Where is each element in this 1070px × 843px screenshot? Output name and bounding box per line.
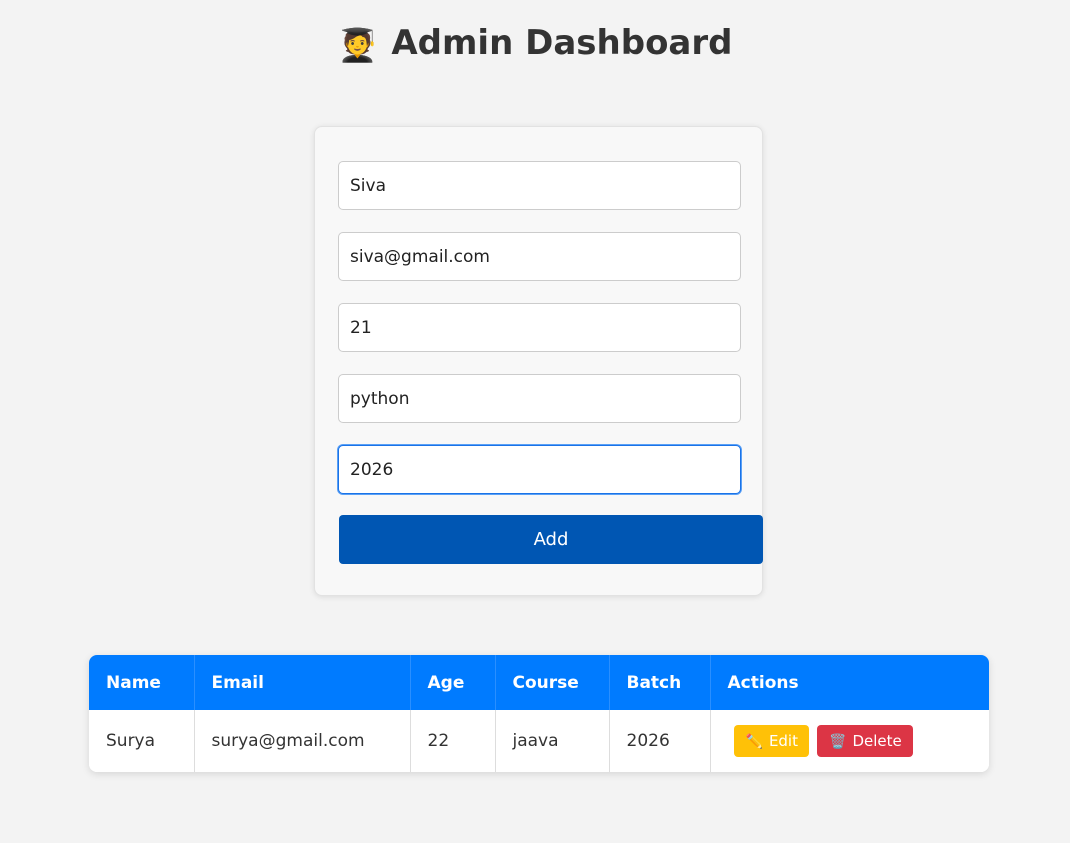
- cell-age: 22: [410, 710, 496, 772]
- cell-batch: 2026: [609, 710, 711, 772]
- column-header-age: Age: [410, 655, 496, 710]
- delete-button[interactable]: 🗑️ Delete: [817, 725, 913, 757]
- student-form: Add: [314, 126, 763, 596]
- table-header-row: Name Email Age Course Batch Actions: [89, 655, 989, 710]
- course-input[interactable]: [338, 374, 741, 423]
- cell-name: Surya: [89, 710, 195, 772]
- pencil-icon: ✏️: [745, 734, 763, 750]
- page-title: 🧑‍🎓 Admin Dashboard: [0, 20, 1070, 68]
- student-icon: 🧑‍🎓: [337, 26, 378, 64]
- column-header-name: Name: [89, 655, 195, 710]
- column-header-course: Course: [495, 655, 610, 710]
- delete-button-label: Delete: [852, 732, 902, 750]
- page-title-text: Admin Dashboard: [391, 23, 733, 63]
- edit-button-label: Edit: [768, 732, 798, 750]
- add-button[interactable]: Add: [339, 515, 763, 564]
- name-input[interactable]: [338, 161, 741, 210]
- students-table: Name Email Age Course Batch Actions Sury…: [89, 655, 989, 772]
- trash-icon: 🗑️: [829, 734, 847, 750]
- cell-email: surya@gmail.com: [194, 710, 411, 772]
- edit-button[interactable]: ✏️ Edit: [733, 725, 809, 757]
- cell-actions: ✏️ Edit 🗑️ Delete: [710, 710, 989, 772]
- column-header-batch: Batch: [609, 655, 711, 710]
- cell-course: jaava: [495, 710, 610, 772]
- email-input[interactable]: [338, 232, 741, 281]
- table-row: Surya surya@gmail.com 22 jaava 2026 ✏️ Ed…: [89, 710, 989, 772]
- column-header-actions: Actions: [710, 655, 989, 710]
- batch-input[interactable]: [338, 445, 741, 494]
- age-input[interactable]: [338, 303, 741, 352]
- column-header-email: Email: [194, 655, 411, 710]
